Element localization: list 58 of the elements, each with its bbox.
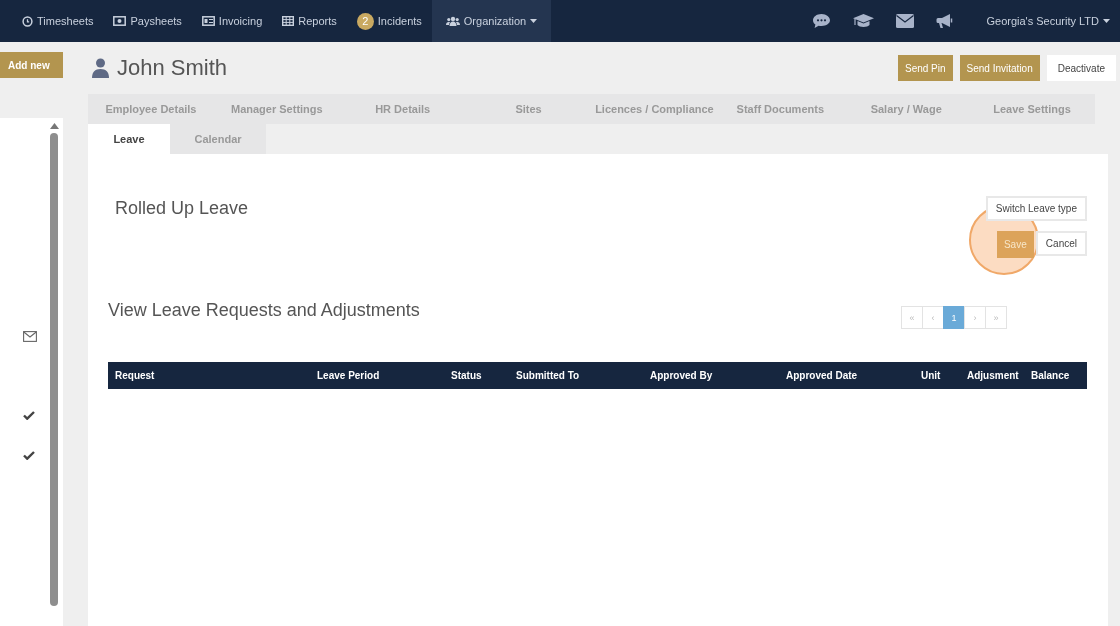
checkmark-icon xyxy=(23,411,35,420)
scroll-up-icon[interactable] xyxy=(49,123,59,129)
nav-link[interactable]: Paysheets xyxy=(103,0,192,42)
account-menu[interactable]: Georgia's Security LTD xyxy=(976,15,1120,27)
page-button[interactable]: » xyxy=(985,306,1007,329)
add-new-button[interactable]: Add new xyxy=(0,52,63,78)
nav-link[interactable]: Reports xyxy=(272,0,347,42)
graduation-cap-icon[interactable] xyxy=(853,13,875,29)
page-button[interactable]: › xyxy=(964,306,986,329)
nav-link[interactable]: Timesheets xyxy=(12,0,104,42)
action-button[interactable]: Send Pin xyxy=(898,55,953,81)
tab[interactable]: Sites xyxy=(465,94,592,124)
envelope-icon[interactable] xyxy=(23,331,37,342)
save-button[interactable]: Save xyxy=(996,231,1034,258)
section-title: Rolled Up Leave xyxy=(115,198,249,220)
caret-icon xyxy=(1103,19,1110,23)
tab[interactable]: Staff Documents xyxy=(717,94,844,124)
action-button[interactable]: Deactivate xyxy=(1046,55,1116,81)
clock-icon xyxy=(22,15,33,27)
page-button[interactable]: « xyxy=(901,306,923,329)
column-header: Adjusment xyxy=(966,370,1020,381)
column-header: Status xyxy=(450,370,483,381)
tab[interactable]: Calendar xyxy=(170,124,266,154)
scrollbar-thumb[interactable] xyxy=(50,133,58,606)
switch-leave-type-button[interactable]: Switch Leave type xyxy=(985,196,1087,221)
action-button[interactable]: Send Invitation xyxy=(959,55,1040,81)
column-header: Request xyxy=(114,370,156,381)
column-header: Unit xyxy=(920,370,942,381)
employee-name: John Smith xyxy=(117,55,228,81)
nav-link[interactable]: 2 Incidents xyxy=(346,0,432,42)
user-icon xyxy=(92,58,109,78)
chat-icon[interactable] xyxy=(812,13,832,29)
tab[interactable]: Leave Settings xyxy=(969,94,1095,124)
tab[interactable]: Manager Settings xyxy=(213,94,340,124)
users-icon xyxy=(445,16,460,26)
cancel-button[interactable]: Cancel xyxy=(1035,231,1087,256)
tab[interactable]: Leave xyxy=(88,124,170,154)
tab[interactable]: Salary / Wage xyxy=(843,94,970,124)
tab[interactable]: HR Details xyxy=(339,94,466,124)
banknote-icon xyxy=(113,16,127,26)
page-button[interactable]: ‹ xyxy=(922,306,944,329)
column-header: Submitted To xyxy=(515,370,581,381)
checkmark-icon xyxy=(23,451,35,460)
page-button[interactable]: 1 xyxy=(943,306,965,329)
tab[interactable]: Licences / Compliance xyxy=(591,94,718,124)
nav-link[interactable]: Organization xyxy=(431,0,552,42)
column-header: Balance xyxy=(1030,370,1071,381)
tab[interactable]: Employee Details xyxy=(88,94,214,124)
envelope-icon[interactable] xyxy=(896,14,915,28)
column-header: Leave Period xyxy=(316,370,381,381)
count-badge: 2 xyxy=(356,12,374,30)
table-icon xyxy=(282,16,295,26)
column-header: Approved Date xyxy=(785,370,859,381)
column-header: Approved By xyxy=(649,370,714,381)
megaphone-icon[interactable] xyxy=(936,13,954,29)
section-title: View Leave Requests and Adjustments xyxy=(108,300,420,322)
card-icon xyxy=(201,16,215,26)
nav-link[interactable]: Invoicing xyxy=(191,0,273,42)
